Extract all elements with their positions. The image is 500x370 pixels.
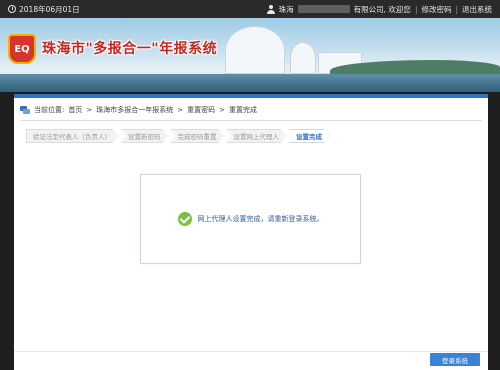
divider [20, 120, 482, 121]
user-icon [266, 4, 275, 14]
progress-steps: 验证法定代表人（负责人） 设置新密码 完成密码重置 设置网上代理人 设置完成 [26, 129, 329, 143]
step-set-online-agent: 设置网上代理人 [227, 129, 287, 143]
banner-sea [0, 74, 500, 92]
top-bar: 2018年06月01日 珠海 有限公司, 欢迎您 | 修改密码 | 退出系统 [0, 0, 500, 18]
breadcrumb-divider: > [219, 106, 225, 114]
breadcrumb-divider: > [86, 106, 93, 114]
banner-building [290, 42, 316, 74]
breadcrumb-item-reset[interactable]: 重置密码 [187, 105, 215, 115]
change-password-link[interactable]: 修改密码 [421, 4, 451, 15]
breadcrumb: 当前位置: 首页 > 珠海市多报合一年报系统 > 重置密码 > 重置完成 [20, 105, 257, 115]
login-button[interactable]: 登录系统 [430, 353, 480, 366]
welcome-text: 有限公司, 欢迎您 [353, 4, 411, 14]
footer-divider [14, 351, 488, 352]
separator: | [455, 4, 458, 14]
main-panel: 当前位置: 首页 > 珠海市多报合一年报系统 > 重置密码 > 重置完成 验证法… [14, 98, 488, 370]
breadcrumb-divider: > [177, 106, 184, 114]
separator: | [414, 4, 418, 14]
breadcrumb-item-home[interactable]: 首页 [68, 105, 82, 115]
step-set-new-password: 设置新密码 [121, 129, 168, 143]
check-circle-icon [177, 212, 192, 226]
step-complete-reset: 完成密码重置 [171, 129, 224, 143]
step-verify-legal-rep: 验证法定代表人（负责人） [26, 129, 118, 143]
breadcrumb-item-system[interactable]: 珠海市多报合一年报系统 [96, 105, 173, 115]
success-message: 网上代理人设置完成，请重新登录系统。 [197, 215, 324, 223]
current-date: 2018年06月01日 [19, 4, 80, 14]
logo-text: EQ [14, 43, 30, 55]
step-setup-complete: 设置完成 [289, 129, 329, 143]
user-area: 珠海 有限公司, 欢迎您 | 修改密码 | 退出系统 [266, 4, 492, 15]
location-icon [20, 106, 30, 114]
success-message-box: 网上代理人设置完成，请重新登录系统。 [140, 174, 361, 264]
clock-icon [8, 5, 16, 13]
logout-link[interactable]: 退出系统 [462, 4, 492, 15]
site-title: 珠海市"多报合一"年报系统 [42, 41, 218, 57]
date-area: 2018年06月01日 [8, 4, 80, 15]
redacted-company-name [297, 5, 350, 13]
company-prefix: 珠海 [278, 4, 294, 14]
header-banner: EQ 珠海市"多报合一"年报系统 [0, 18, 500, 92]
breadcrumb-label: 当前位置: [34, 106, 65, 114]
banner-building [225, 26, 285, 74]
breadcrumb-item-done: 重置完成 [228, 106, 257, 114]
site-logo: EQ [8, 34, 36, 64]
